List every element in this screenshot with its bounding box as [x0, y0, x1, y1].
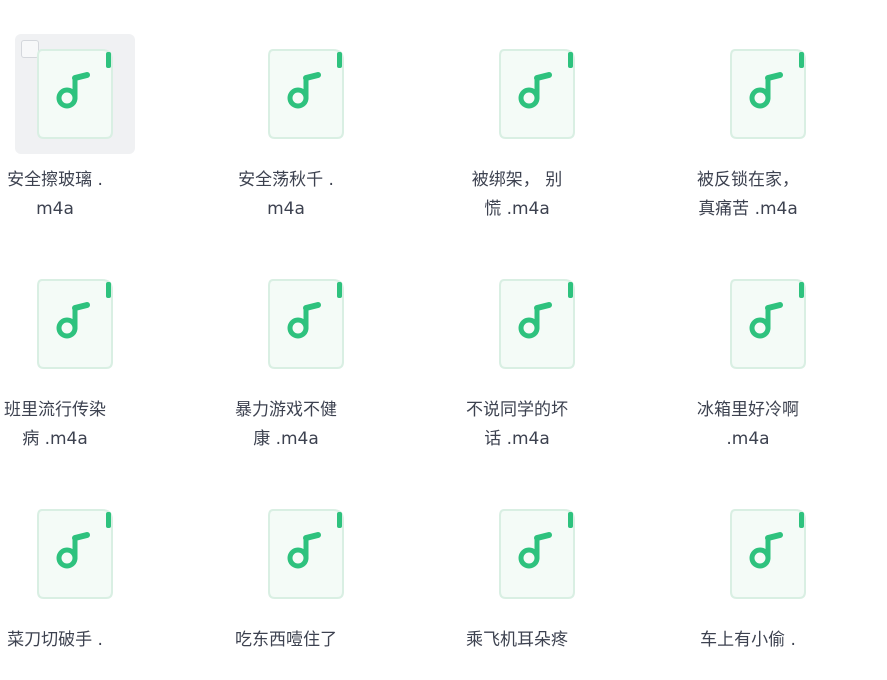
file-tile[interactable]: 吃东西噎住了	[206, 460, 366, 680]
file-thumbnail[interactable]	[246, 494, 366, 614]
file-tile[interactable]: 暴力游戏不健 康 .m4a	[206, 230, 366, 450]
audio-file-icon	[268, 509, 344, 599]
file-thumbnail[interactable]	[246, 264, 366, 384]
file-thumbnail[interactable]	[708, 494, 828, 614]
file-name-line: 冰箱里好冷啊	[697, 400, 799, 420]
file-name-line: 慌 .m4a	[484, 199, 550, 219]
file-grid: 安全擦玻璃 . m4a 安全荡秋千 . m4a 被绑架， 别 慌 .m4a 被反…	[0, 0, 887, 658]
file-name-line: 被反锁在家，	[697, 170, 799, 190]
file-name-line: 乘飞机耳朵疼	[466, 630, 568, 650]
file-thumbnail[interactable]	[708, 34, 828, 154]
file-name-line: 不说同学的坏	[466, 400, 568, 420]
audio-file-icon	[730, 509, 806, 599]
file-name: 乘飞机耳朵疼	[457, 626, 577, 655]
file-name-line: m4a	[36, 199, 74, 219]
file-name: 吃东西噎住了	[226, 626, 346, 655]
file-tile[interactable]: 安全荡秋千 . m4a	[206, 0, 366, 220]
audio-file-icon	[730, 279, 806, 369]
file-name: 暴力游戏不健 康 .m4a	[226, 396, 346, 454]
file-name: 被绑架， 别 慌 .m4a	[457, 166, 577, 224]
audio-file-icon	[268, 279, 344, 369]
audio-file-icon	[37, 49, 113, 139]
file-name: 班里流行传染 病 .m4a	[0, 396, 115, 454]
file-tile[interactable]: 安全擦玻璃 . m4a	[0, 0, 135, 220]
audio-file-icon	[730, 49, 806, 139]
file-tile[interactable]: 班里流行传染 病 .m4a	[0, 230, 135, 450]
file-name-line: 病 .m4a	[22, 429, 88, 449]
file-name-line: 被绑架， 别	[471, 170, 563, 190]
file-tile[interactable]: 菜刀切破手 .	[0, 460, 135, 680]
audio-file-icon	[37, 279, 113, 369]
file-tile[interactable]: 乘飞机耳朵疼	[437, 460, 597, 680]
file-name-line: 真痛苦 .m4a	[698, 199, 798, 219]
audio-file-icon	[499, 279, 575, 369]
file-name: 安全擦玻璃 . m4a	[0, 166, 115, 224]
file-name: 冰箱里好冷啊 .m4a	[688, 396, 808, 454]
file-name-line: .m4a	[726, 429, 770, 449]
file-tile[interactable]: 车上有小偷 .	[668, 460, 828, 680]
file-name-line: m4a	[267, 199, 305, 219]
file-tile[interactable]: 被绑架， 别 慌 .m4a	[437, 0, 597, 220]
audio-file-icon	[499, 509, 575, 599]
file-tile[interactable]: 不说同学的坏 话 .m4a	[437, 230, 597, 450]
file-name: 车上有小偷 .	[688, 626, 808, 655]
file-thumbnail[interactable]	[246, 34, 366, 154]
file-tile[interactable]: 冰箱里好冷啊 .m4a	[668, 230, 828, 450]
audio-file-icon	[268, 49, 344, 139]
file-name: 不说同学的坏 话 .m4a	[457, 396, 577, 454]
audio-file-icon	[37, 509, 113, 599]
file-thumbnail[interactable]	[477, 34, 597, 154]
file-name-line: 暴力游戏不健	[235, 400, 337, 420]
file-name-line: 话 .m4a	[484, 429, 550, 449]
file-name: 被反锁在家， 真痛苦 .m4a	[688, 166, 808, 224]
file-name-line: 班里流行传染	[4, 400, 106, 420]
file-thumbnail[interactable]	[708, 264, 828, 384]
file-thumbnail[interactable]	[477, 264, 597, 384]
file-name-line: 吃东西噎住了	[235, 630, 337, 650]
file-thumbnail[interactable]	[477, 494, 597, 614]
file-name: 菜刀切破手 .	[0, 626, 115, 655]
audio-file-icon	[499, 49, 575, 139]
file-name-line: 康 .m4a	[253, 429, 319, 449]
file-tile[interactable]: 被反锁在家， 真痛苦 .m4a	[668, 0, 828, 220]
file-name: 安全荡秋千 . m4a	[226, 166, 346, 224]
file-name-line: 菜刀切破手 .	[7, 630, 103, 650]
file-name-line: 安全擦玻璃 .	[7, 170, 103, 190]
file-thumbnail[interactable]	[15, 264, 135, 384]
file-thumbnail[interactable]	[15, 34, 135, 154]
file-name-line: 安全荡秋千 .	[238, 170, 334, 190]
file-name-line: 车上有小偷 .	[700, 630, 796, 650]
file-thumbnail[interactable]	[15, 494, 135, 614]
